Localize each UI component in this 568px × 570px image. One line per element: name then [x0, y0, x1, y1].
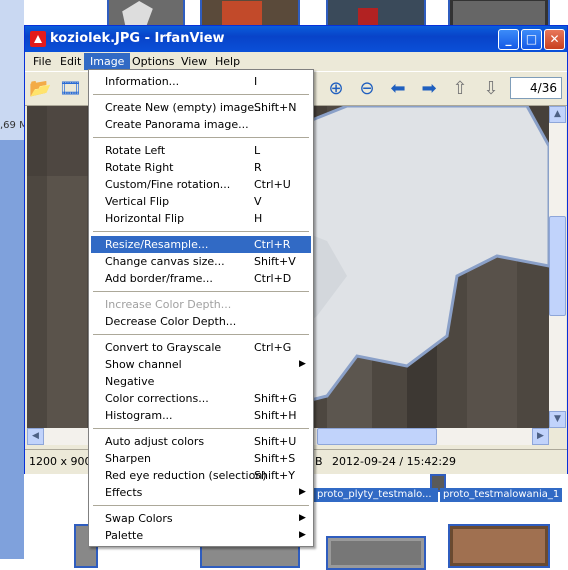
- menu-item-horizontal-flip[interactable]: Horizontal Flip H: [91, 210, 311, 227]
- menu-separator: [93, 428, 309, 429]
- zoom-in-icon[interactable]: ⊕: [325, 78, 347, 100]
- slideshow-icon[interactable]: 🎞: [59, 78, 82, 100]
- menu-item-rotate-right[interactable]: Rotate Right R: [91, 159, 311, 176]
- previous-image-icon[interactable]: ⬅: [387, 78, 409, 100]
- menu-separator: [93, 231, 309, 232]
- next-image-icon[interactable]: ➡: [418, 78, 440, 100]
- menu-item-show-channel[interactable]: Show channel ▶: [91, 356, 311, 373]
- menu-item-histogram[interactable]: Histogram... Shift+H: [91, 407, 311, 424]
- close-button[interactable]: ✕: [544, 29, 565, 50]
- status-file-size: B: [315, 455, 323, 468]
- irfanview-app-icon[interactable]: [30, 31, 46, 47]
- move-down-icon[interactable]: ⇩: [480, 78, 502, 100]
- window-title: koziolek.JPG - IrfanView: [50, 31, 225, 46]
- menu-item-red-eye-reduction[interactable]: Red eye reduction (selection) Shift+Y: [91, 467, 311, 484]
- menu-item-increase-color-depth: Increase Color Depth...: [105, 298, 232, 311]
- menu-separator: [93, 94, 309, 95]
- menu-file[interactable]: File: [27, 53, 57, 70]
- scroll-left-icon[interactable]: ◀: [27, 428, 44, 445]
- menu-separator: [93, 505, 309, 506]
- menu-item-swap-colors[interactable]: Swap Colors ▶: [91, 510, 311, 527]
- horizontal-scroll-thumb[interactable]: [317, 428, 437, 445]
- scroll-up-icon[interactable]: ▲: [549, 106, 566, 123]
- zoom-out-icon[interactable]: ⊖: [356, 78, 378, 100]
- status-datetime: 2012-09-24 / 15:42:29: [332, 455, 457, 468]
- menu-item-color-corrections[interactable]: Color corrections... Shift+G: [91, 390, 311, 407]
- title-bar[interactable]: koziolek.JPG - IrfanView _ □ ✕: [25, 26, 567, 52]
- submenu-arrow-icon: ▶: [299, 487, 306, 497]
- move-up-icon[interactable]: ⇧: [449, 78, 471, 100]
- minimize-button[interactable]: _: [498, 29, 519, 50]
- maximize-button[interactable]: □: [521, 29, 542, 50]
- scroll-down-icon[interactable]: ▼: [549, 411, 566, 428]
- menu-item-effects[interactable]: Effects ▶: [91, 484, 311, 501]
- menu-separator: [93, 291, 309, 292]
- submenu-arrow-icon: ▶: [299, 530, 306, 540]
- thumbnail-label[interactable]: proto_plyty_testmalo...: [314, 488, 438, 502]
- menu-options[interactable]: Options: [126, 53, 180, 70]
- menu-item-resize-resample[interactable]: Resize/Resample... Ctrl+R: [91, 236, 311, 253]
- page-counter[interactable]: 4/36: [510, 77, 562, 99]
- status-dimensions: 1200 x 900: [29, 455, 92, 468]
- explorer-side-panel-top: [0, 0, 24, 140]
- menu-item-auto-adjust-colors[interactable]: Auto adjust colors Shift+U: [91, 433, 311, 450]
- menu-item-add-border-frame[interactable]: Add border/frame... Ctrl+D: [91, 270, 311, 287]
- thumbnail-9[interactable]: [448, 524, 550, 568]
- thumbnail-label[interactable]: proto_testmalowania_1: [440, 488, 562, 502]
- menu-item-create-new-image[interactable]: Create New (empty) image... Shift+N: [91, 99, 311, 116]
- menu-item-palette[interactable]: Palette ▶: [91, 527, 311, 544]
- menu-item-custom-rotation[interactable]: Custom/Fine rotation... Ctrl+U: [91, 176, 311, 193]
- open-folder-icon[interactable]: 📂: [29, 78, 51, 100]
- menu-item-vertical-flip[interactable]: Vertical Flip V: [91, 193, 311, 210]
- menu-item-decrease-color-depth[interactable]: Decrease Color Depth...: [91, 313, 311, 330]
- file-size-text: ,69 M: [0, 120, 24, 131]
- menu-separator: [93, 334, 309, 335]
- vertical-scroll-thumb[interactable]: [549, 216, 566, 316]
- menu-item-information[interactable]: Information... I: [91, 73, 311, 90]
- menu-image[interactable]: Image: [84, 53, 131, 70]
- menu-item-create-panorama[interactable]: Create Panorama image...: [91, 116, 311, 133]
- menu-item-change-canvas-size[interactable]: Change canvas size... Shift+V: [91, 253, 311, 270]
- menu-item-rotate-left[interactable]: Rotate Left L: [91, 142, 311, 159]
- scroll-right-icon[interactable]: ▶: [532, 428, 549, 445]
- menu-item-sharpen[interactable]: Sharpen Shift+S: [91, 450, 311, 467]
- menu-edit[interactable]: Edit: [54, 53, 87, 70]
- menu-item-negative[interactable]: Negative: [91, 373, 311, 390]
- submenu-arrow-icon: ▶: [299, 513, 306, 523]
- submenu-arrow-icon: ▶: [299, 359, 306, 369]
- menu-item-convert-to-grayscale[interactable]: Convert to Grayscale Ctrl+G: [91, 339, 311, 356]
- vertical-scrollbar[interactable]: ▲ ▼: [549, 106, 566, 428]
- image-menu-dropdown: Information... I Create New (empty) image…: [88, 69, 314, 547]
- menu-help[interactable]: Help: [209, 53, 246, 70]
- thumbnail-8[interactable]: [326, 536, 426, 570]
- menu-view[interactable]: View: [175, 53, 213, 70]
- menu-separator: [93, 137, 309, 138]
